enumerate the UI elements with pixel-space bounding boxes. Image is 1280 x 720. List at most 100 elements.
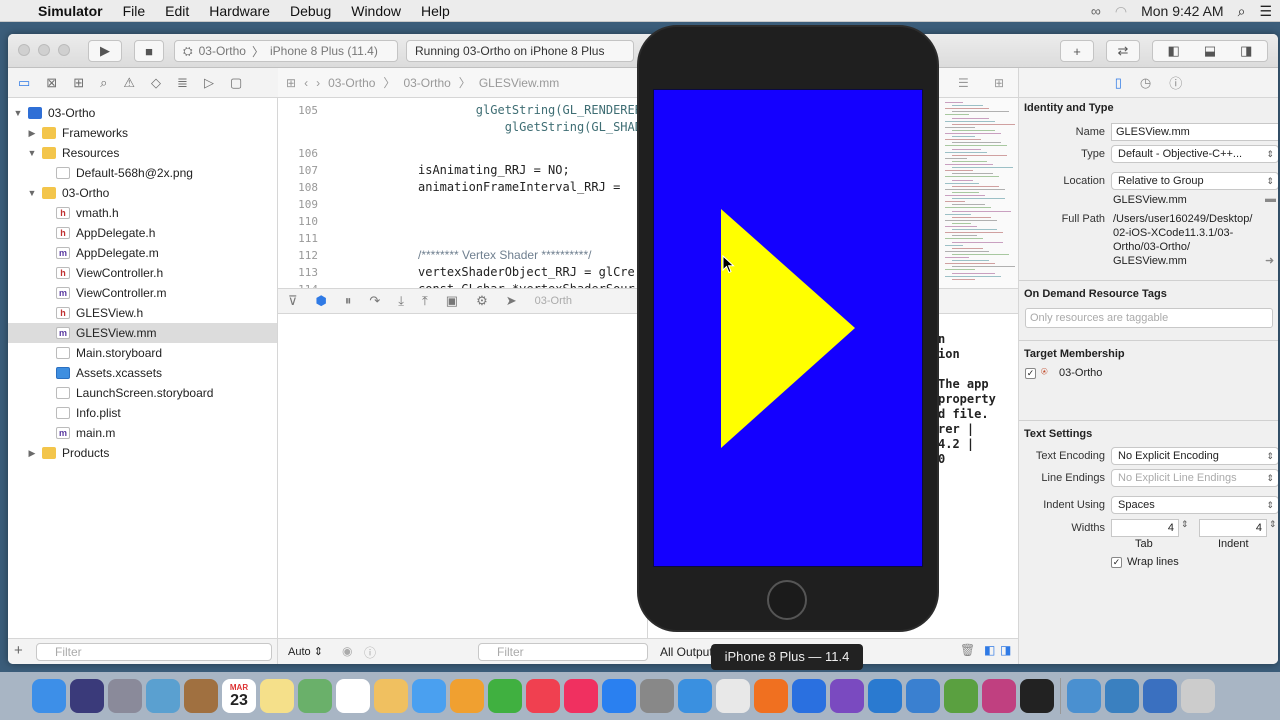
dock-trash-icon[interactable]: [1181, 679, 1215, 713]
dock-folder-xcode-icon[interactable]: [1067, 679, 1101, 713]
dock-firefox-icon[interactable]: [754, 679, 788, 713]
output-selector[interactable]: All Output: [660, 645, 713, 659]
variables-toggle-icon[interactable]: ◧: [984, 643, 995, 657]
code-line[interactable]: 110: [278, 213, 418, 230]
navigator-row[interactable]: m GLESView.mm: [8, 323, 277, 343]
test-navigator-icon[interactable]: ◇: [151, 75, 161, 91]
split-editor-icon[interactable]: ⊞: [994, 76, 1004, 90]
console-toggle-icon[interactable]: ◨: [1000, 643, 1011, 657]
menu-app-name[interactable]: Simulator: [28, 0, 113, 22]
simulator-screen[interactable]: [653, 89, 923, 567]
dock-finder-icon[interactable]: [32, 679, 66, 713]
disclosure-triangle-icon[interactable]: ▼: [12, 108, 24, 118]
disclosure-triangle-icon[interactable]: ▶: [26, 448, 38, 459]
hide-debug-area-icon[interactable]: ⊽: [288, 293, 298, 309]
trash-icon[interactable]: 🗑: [960, 643, 975, 657]
issue-navigator-icon[interactable]: ⚠: [123, 75, 135, 91]
step-into-icon[interactable]: ⤓: [398, 293, 404, 309]
navigator-row[interactable]: h GLESView.h: [8, 303, 277, 323]
dock-notes-icon[interactable]: [260, 679, 294, 713]
notification-center-icon[interactable]: ☰: [1259, 3, 1272, 20]
dock-app-store-icon[interactable]: [602, 679, 636, 713]
code-line[interactable]: glGetString(GL_SHADING: [278, 119, 664, 136]
menu-window[interactable]: Window: [341, 0, 411, 22]
creative-cloud-icon[interactable]: ∞: [1091, 3, 1101, 19]
symbol-navigator-icon[interactable]: ⊞: [73, 75, 84, 91]
dock-reminders-icon[interactable]: [336, 679, 370, 713]
dock-folder-instruments-icon[interactable]: [1105, 679, 1139, 713]
navigator-row[interactable]: Assets.xcassets: [8, 363, 277, 383]
dock-dropbox-icon[interactable]: [792, 679, 826, 713]
indent-width-field[interactable]: 4: [1199, 519, 1267, 537]
wrap-lines-checkbox[interactable]: ✓: [1111, 557, 1122, 568]
disclosure-triangle-icon[interactable]: ▼: [26, 188, 38, 198]
pause-icon[interactable]: ⏸: [345, 293, 352, 309]
navigator-row[interactable]: h AppDelegate.h: [8, 223, 277, 243]
indent-popup[interactable]: Spaces ⇕: [1111, 496, 1278, 514]
menu-hardware[interactable]: Hardware: [199, 0, 280, 22]
quick-help-icon[interactable]: ⓘ: [1169, 73, 1182, 92]
breadcrumb-project[interactable]: 03-Ortho: [328, 76, 375, 90]
variables-filter-input[interactable]: Filter: [478, 643, 648, 661]
dock-launchpad-icon[interactable]: [108, 679, 142, 713]
code-line[interactable]: 114const GLchar *vertexShaderSour: [278, 281, 635, 288]
dock-system-preferences-icon[interactable]: [640, 679, 674, 713]
menu-debug[interactable]: Debug: [280, 0, 341, 22]
code-line[interactable]: 106: [278, 145, 418, 162]
disclosure-triangle-icon[interactable]: ▼: [26, 148, 38, 158]
home-button[interactable]: [767, 580, 807, 620]
location-popup[interactable]: Relative to Group ⇕: [1111, 172, 1278, 190]
dock-calendar-icon[interactable]: MAR 23: [222, 679, 256, 713]
menu-file[interactable]: File: [113, 0, 156, 22]
navigator-row[interactable]: ▼ Resources: [8, 143, 277, 163]
dock-vscode-icon[interactable]: [868, 679, 902, 713]
tab-stepper-icon[interactable]: ⇕: [1181, 519, 1189, 530]
dock-maps-icon[interactable]: [298, 679, 332, 713]
stop-button[interactable]: ■: [134, 40, 164, 62]
library-button[interactable]: +: [1060, 40, 1094, 62]
choose-folder-icon[interactable]: ▬: [1265, 193, 1276, 205]
toggle-debug-area-icon[interactable]: ⬓: [1204, 43, 1216, 59]
navigator-row[interactable]: Info.plist: [8, 403, 277, 423]
tags-field[interactable]: Only resources are taggable: [1025, 308, 1273, 328]
dock-chrome-icon[interactable]: [716, 679, 750, 713]
dock-messages-icon[interactable]: [412, 679, 446, 713]
memory-graph-icon[interactable]: ⚙: [476, 293, 488, 309]
file-inspector-icon[interactable]: ▯: [1115, 75, 1122, 91]
view-debugger-icon[interactable]: ▣: [446, 293, 458, 309]
window-minimize-button[interactable]: [38, 44, 50, 56]
encoding-popup[interactable]: No Explicit Encoding ⇕: [1111, 447, 1278, 465]
scheme-selector[interactable]: ⛭ 03-Ortho 〉 iPhone 8 Plus (11.4): [174, 40, 398, 62]
breakpoint-navigator-icon[interactable]: ▷: [204, 75, 214, 91]
code-review-button[interactable]: ⇄: [1106, 40, 1140, 62]
dock-android-icon[interactable]: [944, 679, 978, 713]
dock-music-icon[interactable]: [564, 679, 598, 713]
menu-help[interactable]: Help: [411, 0, 460, 22]
reveal-in-finder-icon[interactable]: ➜: [1265, 254, 1274, 267]
dock-safari-icon[interactable]: [678, 679, 712, 713]
dock-photos-icon[interactable]: [374, 679, 408, 713]
project-navigator-icon[interactable]: ▭: [18, 75, 30, 91]
navigator-row[interactable]: m AppDelegate.m: [8, 243, 277, 263]
navigator-row[interactable]: ▼ 03-Ortho: [8, 103, 277, 123]
navigator-row[interactable]: m ViewController.m: [8, 283, 277, 303]
code-line[interactable]: 111: [278, 230, 418, 247]
breadcrumb-group[interactable]: 03-Ortho: [403, 76, 450, 90]
code-line[interactable]: 113 vertexShaderObject_RRJ = glCre: [278, 264, 635, 281]
run-button[interactable]: ▶: [88, 40, 122, 62]
code-line[interactable]: 105 glGetString(GL_RENDERER),: [278, 102, 656, 119]
window-zoom-button[interactable]: [58, 44, 70, 56]
related-items-icon[interactable]: ⊞: [286, 76, 296, 90]
dock-siri-icon[interactable]: [70, 679, 104, 713]
wifi-icon[interactable]: ◠: [1115, 3, 1127, 20]
breakpoints-toggle-icon[interactable]: ⬢: [316, 293, 327, 309]
dock-xcode-icon[interactable]: [906, 679, 940, 713]
navigator-row[interactable]: h vmath.h: [8, 203, 277, 223]
navigator-row[interactable]: m main.m: [8, 423, 277, 443]
panel-toggle-group[interactable]: ◧ ⬓ ◨: [1152, 40, 1268, 62]
target-checkbox[interactable]: ✓: [1025, 368, 1036, 379]
code-line[interactable]: 112 /******** Vertex Shader **********/: [278, 247, 591, 264]
breadcrumb-file[interactable]: GLESView.mm: [479, 76, 559, 90]
dock-numbers-icon[interactable]: [488, 679, 522, 713]
toggle-inspector-icon[interactable]: ◨: [1240, 43, 1252, 59]
